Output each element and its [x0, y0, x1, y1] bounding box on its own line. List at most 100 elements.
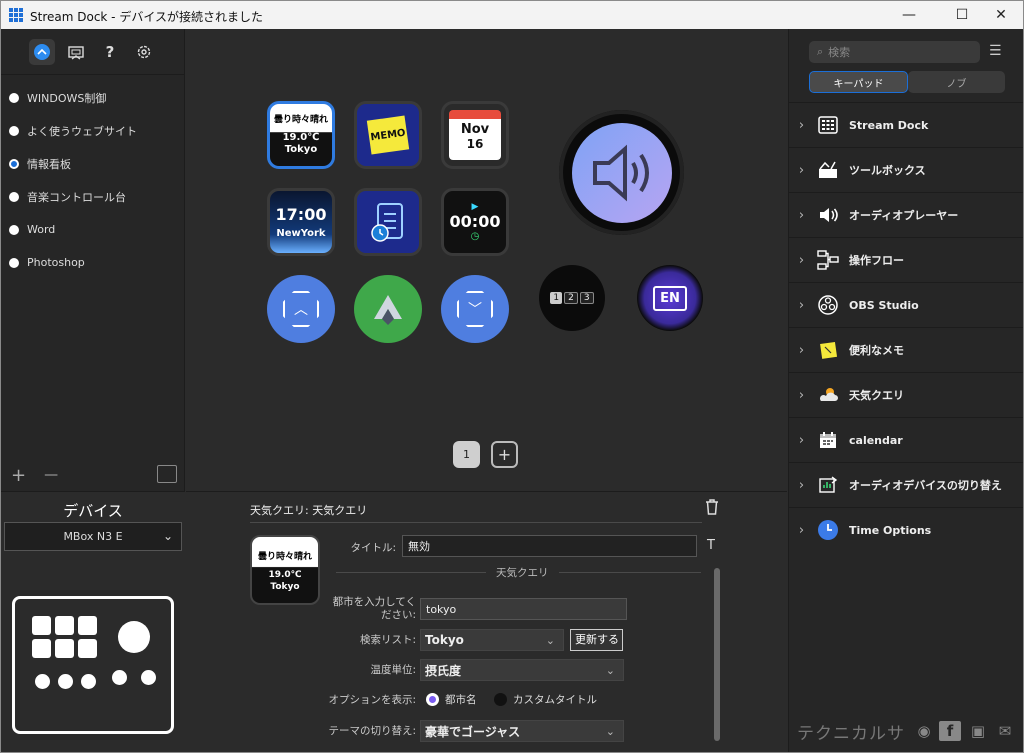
plugin-calendar[interactable]: › calendar: [789, 417, 1023, 462]
add-profile-button[interactable]: +: [11, 465, 26, 486]
profile-manage-icon[interactable]: [157, 465, 177, 483]
chevron-right-icon: ›: [798, 252, 805, 268]
profile-label: WINDOWS制御: [27, 91, 107, 105]
plugin-memo[interactable]: › 便利なメモ: [789, 327, 1023, 372]
plugin-weather[interactable]: › 天気クエリ: [789, 372, 1023, 417]
chevron-down-icon: ⌄: [545, 634, 555, 647]
radio-selected-icon: [9, 158, 19, 169]
plugin-toolbox[interactable]: › ツールボックス: [789, 147, 1023, 192]
search-placeholder: 検索: [828, 46, 851, 59]
page-1-button[interactable]: 1: [453, 441, 480, 468]
profile-label: 情報看板: [27, 157, 71, 171]
search-list-value: Tokyo: [425, 633, 464, 647]
radio-icon: [9, 191, 19, 202]
mail-icon[interactable]: ✉: [994, 721, 1016, 741]
theme-label: テーマの切り替え:: [328, 725, 416, 737]
device-heading: デバイス: [63, 502, 123, 520]
tab-knob[interactable]: ノブ: [908, 71, 1005, 93]
timer-time: 00:00: [449, 212, 501, 231]
plugin-label: calendar: [849, 433, 903, 447]
discord-icon[interactable]: ◉: [913, 721, 935, 741]
top-toolbar: ?: [1, 29, 185, 75]
home-icon: [34, 43, 50, 60]
list-view-icon[interactable]: ☰: [989, 43, 1002, 59]
theme-value: 豪華でゴージャス: [425, 724, 521, 739]
store-button[interactable]: [63, 39, 89, 65]
refresh-button[interactable]: 更新する: [570, 629, 623, 651]
world-clock-key[interactable]: 17:00 NewYork: [267, 188, 335, 256]
unit-value: 摂氏度: [425, 663, 462, 678]
profile-label: 音楽コントロール台: [27, 190, 126, 204]
calendar-key[interactable]: Nov 16: [441, 101, 509, 169]
unit-select[interactable]: 摂氏度 ⌄: [420, 659, 624, 681]
display-option-city[interactable]: 都市名: [426, 692, 477, 707]
chevron-right-icon: ›: [798, 432, 805, 448]
chat-icon[interactable]: ▣: [967, 721, 989, 741]
facebook-icon[interactable]: f: [939, 721, 961, 741]
close-button[interactable]: ✕: [978, 1, 1023, 29]
tab-keypad[interactable]: キーパッド: [809, 71, 908, 93]
profile-item[interactable]: 音楽コントロール台: [1, 180, 185, 213]
plugin-audio-player[interactable]: › オーディオプレーヤー: [789, 192, 1023, 237]
plugin-obs[interactable]: › OBS Studio: [789, 282, 1023, 327]
plugin-audio-switch[interactable]: › オーディオデバイスの切り替え: [789, 462, 1023, 507]
audio-switch-icon: [817, 474, 839, 496]
plugin-label: 便利なメモ: [849, 344, 904, 357]
numpad-knob[interactable]: 1 2 3: [539, 265, 605, 331]
device-select[interactable]: MBox N3 E ⌄: [4, 522, 182, 551]
radio-icon: [9, 257, 19, 268]
section-title: 天気クエリ: [486, 565, 559, 580]
profile-item[interactable]: Word: [1, 213, 185, 246]
plugin-search-input[interactable]: ⌕ 検索: [809, 41, 980, 63]
numpad-digit: 3: [579, 292, 594, 304]
plugin-label: ツールボックス: [849, 164, 926, 177]
logo-key[interactable]: [354, 275, 422, 343]
display-option-custom[interactable]: カスタムタイトル: [494, 692, 597, 707]
profile-item[interactable]: Photoshop: [1, 246, 185, 279]
trash-icon[interactable]: [704, 498, 720, 516]
theme-select[interactable]: 豪華でゴージャス ⌄: [420, 720, 624, 742]
remove-profile-button[interactable]: —: [44, 467, 58, 483]
profile-item[interactable]: よく使うウェブサイト: [1, 114, 185, 147]
help-button[interactable]: ?: [97, 39, 123, 65]
weather-key[interactable]: 曇り時々晴れ 19.0℃ Tokyo: [267, 101, 335, 169]
minimize-button[interactable]: —: [886, 1, 932, 29]
title-label: タイトル:: [350, 542, 396, 554]
city-input[interactable]: tokyo: [420, 598, 627, 620]
numpad-digit: 2: [564, 292, 578, 304]
toolbox-icon: [817, 159, 839, 181]
checklist-key[interactable]: [354, 188, 422, 256]
language-knob[interactable]: EN: [637, 265, 703, 331]
plugin-stream-dock[interactable]: › Stream Dock: [789, 102, 1023, 147]
clock-time: 17:00: [275, 205, 327, 224]
display-option-custom-label: カスタムタイトル: [513, 694, 597, 706]
timer-key[interactable]: ▶ 00:00 ◷: [441, 188, 509, 256]
chevron-down-icon: ﹀: [457, 291, 493, 327]
profile-label: よく使うウェブサイト: [27, 124, 137, 138]
volume-knob[interactable]: [559, 110, 684, 235]
brand-text: テクニカルサ: [797, 724, 905, 744]
title-input[interactable]: 無効: [402, 535, 697, 557]
speaker-icon: [592, 144, 649, 201]
memo-key[interactable]: MEMO: [354, 101, 422, 169]
page-down-button[interactable]: ﹀: [441, 275, 509, 343]
device-panel: デバイス MBox N3 E ⌄: [1, 491, 185, 752]
language-label: EN: [653, 285, 687, 311]
obs-icon: [817, 294, 839, 316]
plugin-flow[interactable]: › 操作フロー: [789, 237, 1023, 282]
text-style-icon[interactable]: T: [707, 538, 715, 553]
weather-icon: [817, 384, 839, 406]
add-page-button[interactable]: +: [491, 441, 518, 468]
action-preview[interactable]: 曇り時々晴れ 19.0℃ Tokyo: [250, 535, 320, 605]
home-button[interactable]: [29, 38, 55, 65]
preview-city: Tokyo: [270, 582, 300, 592]
plugin-time-options[interactable]: › Time Options: [789, 507, 1023, 552]
page-up-button[interactable]: ︿: [267, 275, 335, 343]
settings-button[interactable]: [131, 39, 157, 65]
city-label: 都市を入力してください:: [332, 596, 416, 621]
profile-item[interactable]: WINDOWS制御: [1, 81, 185, 114]
search-list-select[interactable]: Tokyo ⌄: [420, 629, 564, 651]
chevron-right-icon: ›: [798, 522, 805, 538]
profile-item-selected[interactable]: 情報看板: [1, 147, 185, 180]
scrollbar[interactable]: [714, 568, 720, 741]
